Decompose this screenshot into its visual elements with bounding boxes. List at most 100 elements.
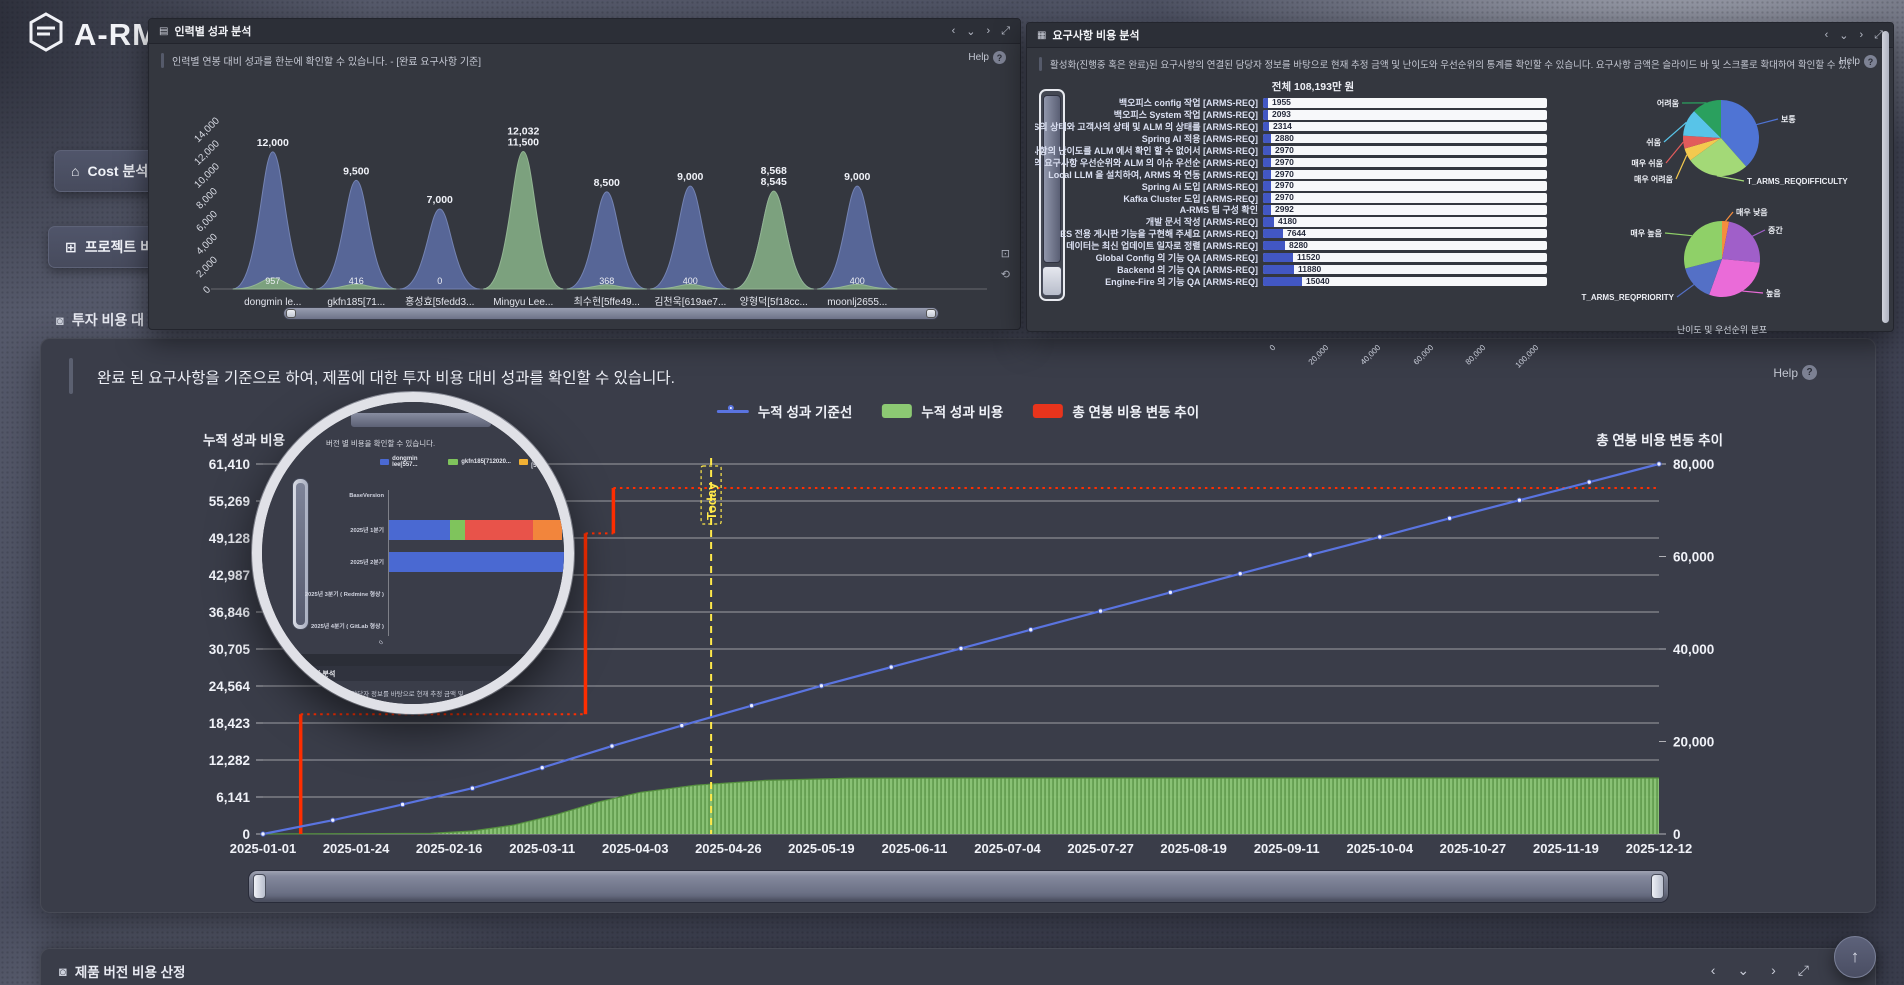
requirement-cost-panel: ▦ 요구사항 비용 분석 ‹ ⌄ › ⤢ 활성화(진행중 혹은 완료)된 요구사… [1026, 22, 1894, 332]
svg-text:8,545: 8,545 [761, 176, 787, 188]
next-icon[interactable]: › [1860, 29, 1864, 42]
requirement-help-button[interactable]: Help ? [1839, 55, 1877, 68]
magnifier-overlay[interactable]: 버전 별 비용을 확인할 수 있습니다. dongmin lee[557...g… [252, 392, 574, 714]
requirement-bar-fill [1263, 98, 1268, 108]
requirement-value: 2970 [1275, 146, 1294, 156]
svg-text:2025-03-11: 2025-03-11 [509, 841, 575, 856]
svg-text:7,000: 7,000 [427, 194, 453, 206]
requirement-bar-track: 2880 [1263, 134, 1547, 144]
requirement-bar-row: [ARMS-REQ] Local LLM 을 설치하여, ARMS 와 연동29… [1035, 168, 1559, 180]
requirement-value: 8280 [1289, 241, 1308, 251]
requirement-window-controls: ‹ ⌄ › ⤢ [1825, 29, 1883, 42]
investment-help-button[interactable]: Help ? [1773, 365, 1817, 380]
requirement-bar-fill [1263, 134, 1271, 144]
svg-text:400: 400 [683, 276, 698, 286]
requirement-bar-row: [ARMS-REQ] 요구사항의 난이도를 ALM 에서 확인 할 수 없어서.… [1035, 145, 1559, 157]
svg-text:어려움: 어려움 [1657, 98, 1680, 108]
svg-text:80,000: 80,000 [1673, 457, 1714, 472]
range-slider-left-handle[interactable] [253, 874, 266, 899]
requirement-scrollbar[interactable] [1882, 31, 1889, 323]
personnel-panel-icon: ▤ [159, 26, 168, 37]
requirement-bar-fill [1263, 122, 1269, 132]
requirement-bar-track: 2314 [1263, 122, 1547, 132]
svg-text:49,128: 49,128 [209, 531, 251, 546]
requirement-bar-fill [1263, 181, 1271, 191]
svg-text:18,423: 18,423 [209, 716, 251, 731]
svg-text:Today: Today [704, 482, 719, 520]
home-icon: ⌂ [71, 163, 79, 179]
personnel-scrollbar[interactable] [283, 307, 939, 320]
magnified-stacked-bar [389, 552, 564, 572]
chart-range-slider[interactable] [248, 870, 1669, 903]
svg-text:11,500: 11,500 [507, 136, 539, 148]
personnel-scrollbar-left-handle[interactable] [286, 309, 296, 318]
magnified-footer-text: 된 요구사항의 연결된 담당자 정보를 바탕으로 현재 추정 금액 및 [292, 688, 464, 698]
svg-text:매우 높음: 매우 높음 [1630, 228, 1662, 238]
collapse-icon[interactable]: ⌄ [1737, 962, 1749, 979]
product-version-header: ◙ 제품 버전 비용 산정 [41, 949, 1875, 981]
magnified-panel-header [262, 666, 564, 681]
collapse-icon[interactable]: ⌄ [966, 25, 975, 38]
legend-item[interactable]: 총 연봉 비용 변동 추이 [1033, 401, 1199, 421]
personnel-bell-chart: 14,00012,00010,0008,0006,0004,0002,00001… [167, 67, 1007, 307]
svg-text:368: 368 [599, 276, 614, 286]
svg-text:2025-06-11: 2025-06-11 [882, 841, 948, 856]
svg-text:55,269: 55,269 [209, 494, 250, 509]
svg-text:gkfn185[71...: gkfn185[71... [327, 297, 385, 307]
legend-label: 총 연봉 비용 변동 추이 [1072, 401, 1199, 421]
requirement-bar-row: [ARMS-REQ] Global Config 의 기능 QA11520 [1035, 252, 1559, 264]
prev-icon[interactable]: ‹ [1711, 962, 1716, 979]
requirement-value: 2880 [1275, 134, 1294, 144]
table-icon: ⊞ [65, 239, 77, 256]
requirement-panel-header: ▦ 요구사항 비용 분석 ‹ ⌄ › ⤢ [1027, 23, 1893, 48]
svg-text:2025-04-03: 2025-04-03 [602, 841, 669, 856]
requirement-bar-fill [1263, 170, 1271, 180]
svg-text:2025-01-01: 2025-01-01 [230, 841, 297, 856]
legend-item[interactable]: 누적 성과 비용 [882, 401, 1003, 421]
zoom-box-icon[interactable]: ⊡ [1001, 247, 1010, 260]
requirement-value: 4180 [1278, 217, 1297, 227]
legend-label: 누적 성과 비용 [921, 401, 1003, 421]
requirement-bar-track: 7644 [1263, 229, 1547, 239]
requirement-bar-row: [ARMS-REQ] Engine-Fire 의 기능 QA15040 [1035, 275, 1559, 287]
expand-icon[interactable]: ⤢ [1798, 962, 1809, 979]
svg-text:0: 0 [1673, 827, 1681, 842]
expand-icon[interactable]: ⤢ [1001, 25, 1010, 38]
svg-text:2025-02-16: 2025-02-16 [416, 841, 483, 856]
prev-icon[interactable]: ‹ [952, 25, 956, 38]
range-slider-right-handle[interactable] [1651, 874, 1664, 899]
svg-text:dongmin le...: dongmin le... [244, 297, 301, 307]
requirement-bar-row: [ARMS-REQ] Backend 의 기능 QA11880 [1035, 263, 1559, 275]
collapse-icon[interactable]: ⌄ [1839, 29, 1848, 42]
requirement-value: 2970 [1275, 170, 1294, 180]
product-version-panel: ◙ 제품 버전 비용 산정 ‹ ⌄ › ⤢ [40, 948, 1876, 985]
reset-zoom-icon[interactable]: ⟲ [1001, 268, 1010, 281]
prev-icon[interactable]: ‹ [1825, 29, 1829, 42]
personnel-help-button[interactable]: Help ? [968, 51, 1006, 64]
legend-item[interactable]: 누적 성과 기준선 [717, 401, 852, 421]
svg-text:높음: 높음 [1766, 288, 1781, 298]
svg-text:중간: 중간 [1768, 225, 1783, 235]
dashboard-screen: A-RMS Analysis C ⌂ Cost 분석 ⊞ 프로젝트 비 ◙ 투자… [0, 0, 1904, 985]
requirement-bar-row: A-RMS 팀 구성 확인2992 [1035, 204, 1559, 216]
cost-analysis-label: Cost 분석 [87, 161, 148, 181]
svg-text:24,564: 24,564 [209, 679, 251, 694]
requirement-value: 7644 [1287, 229, 1306, 239]
next-icon[interactable]: › [987, 25, 991, 38]
requirement-bar-track: 2970 [1263, 146, 1547, 156]
project-cost-label: 프로젝트 비 [85, 237, 153, 257]
svg-text:2025-08-19: 2025-08-19 [1160, 841, 1227, 856]
help-icon: ? [1802, 365, 1817, 380]
requirement-bar-fill [1263, 205, 1271, 215]
magnified-slider-bar [350, 412, 492, 428]
requirement-bar-track: 1955 [1263, 98, 1547, 108]
next-icon[interactable]: › [1771, 962, 1776, 979]
svg-text:2025-05-19: 2025-05-19 [788, 841, 855, 856]
magnified-legend-item: dongmin lee[557... [380, 456, 440, 468]
svg-text:홍성효[5fedd3...: 홍성효[5fedd3... [405, 295, 474, 307]
svg-text:9,000: 9,000 [677, 171, 703, 183]
svg-text:957: 957 [265, 276, 280, 286]
personnel-scrollbar-right-handle[interactable] [926, 309, 936, 318]
svg-text:36,846: 36,846 [209, 605, 251, 620]
scroll-to-top-button[interactable]: ↑ [1834, 936, 1876, 978]
